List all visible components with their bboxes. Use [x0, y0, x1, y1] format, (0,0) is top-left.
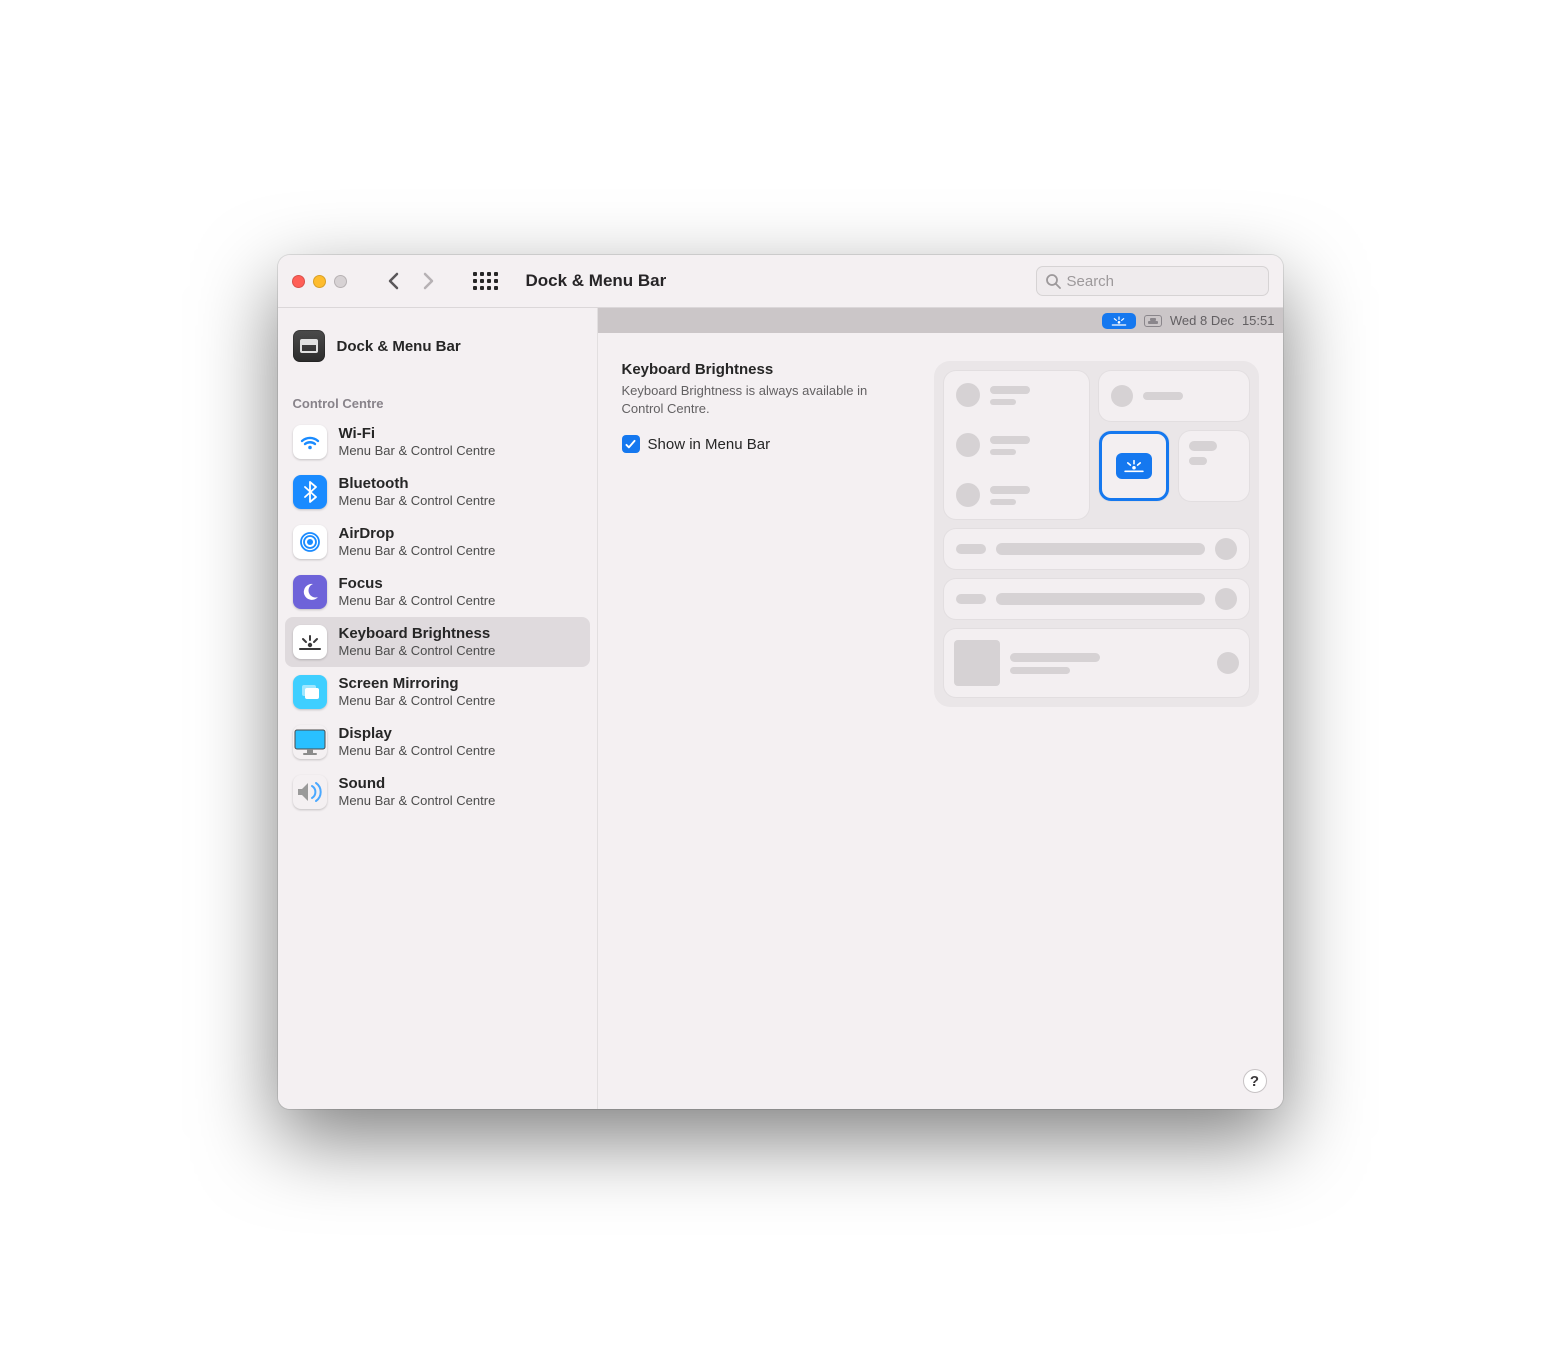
keyboard-brightness-icon — [293, 625, 327, 659]
sidebar-item-label: Display — [339, 725, 496, 742]
sidebar-item-focus[interactable]: Focus Menu Bar & Control Centre — [285, 567, 590, 617]
toolbar: Dock & Menu Bar Search — [278, 255, 1283, 308]
preview-mini-tile — [1179, 431, 1249, 501]
window-title: Dock & Menu Bar — [526, 271, 667, 291]
sidebar-item-bluetooth[interactable]: Bluetooth Menu Bar & Control Centre — [285, 467, 590, 517]
settings-column: Keyboard Brightness Keyboard Brightness … — [622, 361, 912, 707]
sidebar-item-label: Dock & Menu Bar — [337, 338, 461, 355]
nav-arrows — [387, 272, 435, 290]
sidebar-item-keyboard-brightness[interactable]: Keyboard Brightness Menu Bar & Control C… — [285, 617, 590, 667]
search-icon — [1045, 273, 1061, 289]
help-button[interactable]: ? — [1243, 1069, 1267, 1093]
preview-focus-box — [1099, 371, 1249, 421]
sidebar-item-sub: Menu Bar & Control Centre — [339, 493, 496, 509]
control-centre-preview — [934, 361, 1259, 707]
menubar-control-centre-icon[interactable] — [1144, 315, 1162, 327]
keyboard-brightness-icon — [1116, 453, 1152, 479]
search-placeholder: Search — [1067, 273, 1115, 290]
detail-description: Keyboard Brightness is always available … — [622, 382, 912, 417]
preview-now-playing — [944, 629, 1249, 697]
window-controls — [292, 275, 347, 288]
sidebar-item-label: Bluetooth — [339, 475, 496, 492]
dock-icon — [293, 330, 325, 362]
sidebar-item-sub: Menu Bar & Control Centre — [339, 593, 496, 609]
show-in-menu-bar-row[interactable]: Show in Menu Bar — [622, 435, 912, 453]
sidebar-item-label: Keyboard Brightness — [339, 625, 496, 642]
sidebar-item-sub: Menu Bar & Control Centre — [339, 793, 496, 809]
system-preferences-window: Dock & Menu Bar Search Dock & Menu Bar C… — [278, 255, 1283, 1109]
menubar-time: 15:51 — [1242, 313, 1275, 328]
airdrop-icon — [293, 525, 327, 559]
show-in-menu-bar-label: Show in Menu Bar — [648, 436, 771, 453]
sidebar-item-label: AirDrop — [339, 525, 496, 542]
preview-keyboard-brightness-tile — [1099, 431, 1169, 501]
preview-sound-slider — [944, 579, 1249, 619]
sidebar-section-header: Control Centre — [285, 370, 590, 417]
show-in-menu-bar-checkbox[interactable] — [622, 435, 640, 453]
wifi-icon — [293, 425, 327, 459]
search-input[interactable]: Search — [1036, 266, 1269, 296]
forward-button — [423, 272, 435, 290]
sidebar-item-display[interactable]: Display Menu Bar & Control Centre — [285, 717, 590, 767]
focus-icon — [293, 575, 327, 609]
menubar-date: Wed 8 Dec — [1170, 313, 1234, 328]
sidebar-item-screen-mirroring[interactable]: Screen Mirroring Menu Bar & Control Cent… — [285, 667, 590, 717]
sidebar-item-sub: Menu Bar & Control Centre — [339, 443, 496, 459]
zoom-window-button[interactable] — [334, 275, 347, 288]
detail-pane: Wed 8 Dec 15:51 Keyboard Brightness Keyb… — [598, 308, 1283, 1109]
sidebar-item-sub: Menu Bar & Control Centre — [339, 693, 496, 709]
sidebar-item-wifi[interactable]: Wi-Fi Menu Bar & Control Centre — [285, 417, 590, 467]
menubar-preview: Wed 8 Dec 15:51 — [598, 308, 1283, 333]
display-icon — [293, 725, 327, 759]
back-button[interactable] — [387, 272, 399, 290]
bluetooth-icon — [293, 475, 327, 509]
menubar-keyboard-brightness-icon[interactable] — [1102, 313, 1136, 329]
sidebar-item-sub: Menu Bar & Control Centre — [339, 543, 496, 559]
sidebar-item-sub: Menu Bar & Control Centre — [339, 743, 496, 759]
minimize-window-button[interactable] — [313, 275, 326, 288]
sidebar-item-sound[interactable]: Sound Menu Bar & Control Centre — [285, 767, 590, 817]
sidebar-item-label: Wi-Fi — [339, 425, 496, 442]
sidebar-item-label: Focus — [339, 575, 496, 592]
sidebar-item-airdrop[interactable]: AirDrop Menu Bar & Control Centre — [285, 517, 590, 567]
screen-mirroring-icon — [293, 675, 327, 709]
detail-heading: Keyboard Brightness — [622, 361, 912, 378]
sound-icon — [293, 775, 327, 809]
sidebar-item-label: Screen Mirroring — [339, 675, 496, 692]
sidebar-item-dock-menu-bar[interactable]: Dock & Menu Bar — [285, 322, 590, 370]
sidebar-item-label: Sound — [339, 775, 496, 792]
sidebar-item-sub: Menu Bar & Control Centre — [339, 643, 496, 659]
preview-display-slider — [944, 529, 1249, 569]
sidebar: Dock & Menu Bar Control Centre Wi-Fi Men… — [278, 308, 598, 1109]
show-all-prefs-button[interactable] — [473, 272, 498, 290]
preview-connectivity-box — [944, 371, 1089, 519]
close-window-button[interactable] — [292, 275, 305, 288]
